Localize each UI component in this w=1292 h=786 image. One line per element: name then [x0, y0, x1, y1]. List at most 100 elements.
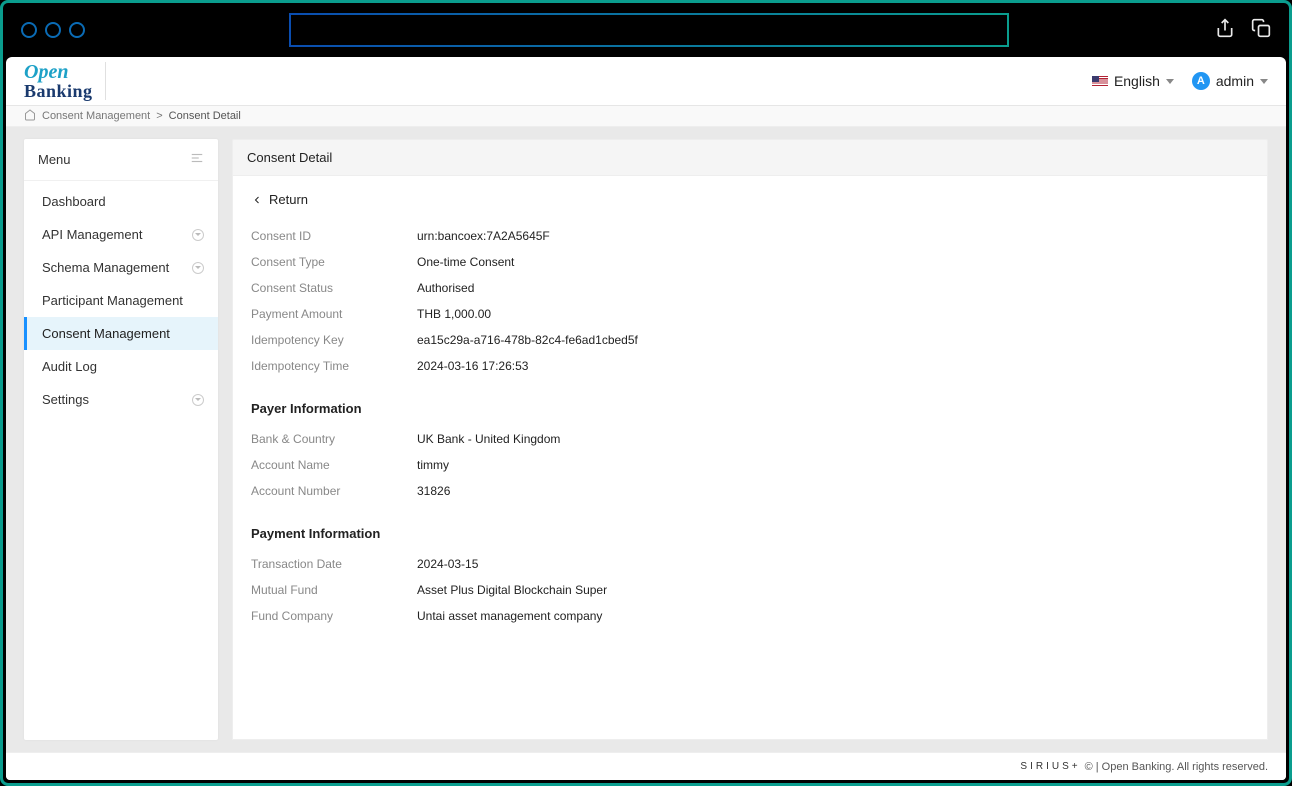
detail-row: Consent StatusAuthorised: [251, 275, 1249, 301]
content-area: Consent Detail Return Consent IDurn:banc…: [232, 139, 1268, 740]
app-body: Menu Dashboard API Management Schema Manag…: [6, 127, 1286, 752]
chevron-down-icon: [1166, 79, 1174, 84]
content-body: Return Consent IDurn:bancoex:7A2A5645FCo…: [232, 176, 1268, 740]
detail-row: Payment AmountTHB 1,000.00: [251, 301, 1249, 327]
consent-details: Consent IDurn:bancoex:7A2A5645FConsent T…: [251, 223, 1249, 379]
header-right: English A admin: [1092, 72, 1268, 90]
chevron-down-icon: [192, 262, 204, 274]
detail-value: Authorised: [417, 281, 474, 295]
sidebar-item-label: API Management: [42, 227, 142, 242]
logo-bottom: Banking: [24, 82, 93, 100]
home-icon[interactable]: [24, 109, 36, 124]
sidebar-item-label: Settings: [42, 392, 89, 407]
detail-label: Bank & Country: [251, 432, 417, 446]
detail-row: Transaction Date2024-03-15: [251, 551, 1249, 577]
sidebar-item-consent-management[interactable]: Consent Management: [24, 317, 218, 350]
footer-brand: SIRIUS+: [1020, 761, 1080, 772]
flag-icon: [1092, 76, 1108, 87]
content-title: Consent Detail: [232, 139, 1268, 176]
language-label: English: [1114, 73, 1160, 89]
payment-details: Transaction Date2024-03-15Mutual FundAss…: [251, 551, 1249, 629]
app-window: Open Banking English A admin Con: [6, 57, 1286, 780]
chevron-down-icon: [192, 394, 204, 406]
app-logo[interactable]: Open Banking: [24, 62, 106, 100]
user-menu[interactable]: A admin: [1192, 72, 1268, 90]
window-controls[interactable]: [21, 22, 85, 38]
sidebar-item-label: Consent Management: [42, 326, 170, 341]
detail-label: Idempotency Key: [251, 333, 417, 347]
app-header: Open Banking English A admin: [6, 57, 1286, 106]
sidebar-item-label: Dashboard: [42, 194, 106, 209]
address-bar[interactable]: [289, 13, 1009, 47]
sidebar-item-label: Participant Management: [42, 293, 183, 308]
detail-row: Mutual FundAsset Plus Digital Blockchain…: [251, 577, 1249, 603]
detail-value: timmy: [417, 458, 449, 472]
detail-row: Account Nametimmy: [251, 452, 1249, 478]
detail-label: Fund Company: [251, 609, 417, 623]
chevron-down-icon: [1260, 79, 1268, 84]
detail-value: 31826: [417, 484, 450, 498]
detail-label: Consent Status: [251, 281, 417, 295]
sidebar-header: Menu: [24, 139, 218, 181]
browser-frame: Open Banking English A admin Con: [0, 0, 1292, 786]
return-label: Return: [269, 192, 308, 207]
sidebar-item-schema-management[interactable]: Schema Management: [24, 251, 218, 284]
section-title-payer: Payer Information: [251, 401, 1249, 416]
sidebar-item-label: Schema Management: [42, 260, 169, 275]
window-control-dot[interactable]: [45, 22, 61, 38]
detail-value: ea15c29a-a716-478b-82c4-fe6ad1cbed5f: [417, 333, 638, 347]
footer-text: © | Open Banking. All rights reserved.: [1085, 761, 1268, 773]
detail-label: Account Number: [251, 484, 417, 498]
detail-value: UK Bank - United Kingdom: [417, 432, 560, 446]
browser-titlebar: [3, 3, 1289, 57]
sidebar-item-audit-log[interactable]: Audit Log: [24, 350, 218, 383]
share-icon[interactable]: [1215, 18, 1235, 43]
sidebar-item-label: Audit Log: [42, 359, 97, 374]
detail-value: Untai asset management company: [417, 609, 602, 623]
detail-label: Payment Amount: [251, 307, 417, 321]
breadcrumb: Consent Management > Consent Detail: [6, 106, 1286, 127]
chevron-down-icon: [192, 229, 204, 241]
avatar: A: [1192, 72, 1210, 90]
detail-value: Asset Plus Digital Blockchain Super: [417, 583, 607, 597]
sidebar-item-dashboard[interactable]: Dashboard: [24, 185, 218, 218]
payer-details: Bank & CountryUK Bank - United KingdomAc…: [251, 426, 1249, 504]
menu-collapse-icon[interactable]: [190, 151, 204, 168]
detail-label: Idempotency Time: [251, 359, 417, 373]
language-selector[interactable]: English: [1092, 73, 1174, 89]
copy-icon[interactable]: [1251, 18, 1271, 43]
detail-label: Mutual Fund: [251, 583, 417, 597]
detail-value: 2024-03-15: [417, 557, 478, 571]
section-title-payment: Payment Information: [251, 526, 1249, 541]
footer: SIRIUS+ © | Open Banking. All rights res…: [6, 752, 1286, 780]
detail-row: Bank & CountryUK Bank - United Kingdom: [251, 426, 1249, 452]
return-button[interactable]: Return: [251, 192, 1249, 207]
detail-label: Consent ID: [251, 229, 417, 243]
breadcrumb-parent[interactable]: Consent Management: [42, 110, 150, 122]
detail-row: Consent IDurn:bancoex:7A2A5645F: [251, 223, 1249, 249]
window-control-dot[interactable]: [69, 22, 85, 38]
sidebar-item-participant-management[interactable]: Participant Management: [24, 284, 218, 317]
window-control-dot[interactable]: [21, 22, 37, 38]
detail-row: Account Number31826: [251, 478, 1249, 504]
sidebar: Menu Dashboard API Management Schema Manag…: [24, 139, 218, 740]
detail-value: THB 1,000.00: [417, 307, 491, 321]
username: admin: [1216, 73, 1254, 89]
sidebar-item-api-management[interactable]: API Management: [24, 218, 218, 251]
breadcrumb-current: Consent Detail: [169, 110, 241, 122]
detail-value: urn:bancoex:7A2A5645F: [417, 229, 550, 243]
detail-label: Consent Type: [251, 255, 417, 269]
detail-label: Account Name: [251, 458, 417, 472]
detail-label: Transaction Date: [251, 557, 417, 571]
detail-value: 2024-03-16 17:26:53: [417, 359, 528, 373]
sidebar-title: Menu: [38, 152, 71, 167]
detail-row: Idempotency Keyea15c29a-a716-478b-82c4-f…: [251, 327, 1249, 353]
breadcrumb-separator: >: [156, 110, 162, 122]
detail-value: One-time Consent: [417, 255, 514, 269]
browser-actions: [1215, 18, 1271, 43]
logo-top: Open: [24, 62, 93, 82]
sidebar-item-settings[interactable]: Settings: [24, 383, 218, 416]
detail-row: Consent TypeOne-time Consent: [251, 249, 1249, 275]
detail-row: Fund CompanyUntai asset management compa…: [251, 603, 1249, 629]
menu-list: Dashboard API Management Schema Management…: [24, 181, 218, 416]
